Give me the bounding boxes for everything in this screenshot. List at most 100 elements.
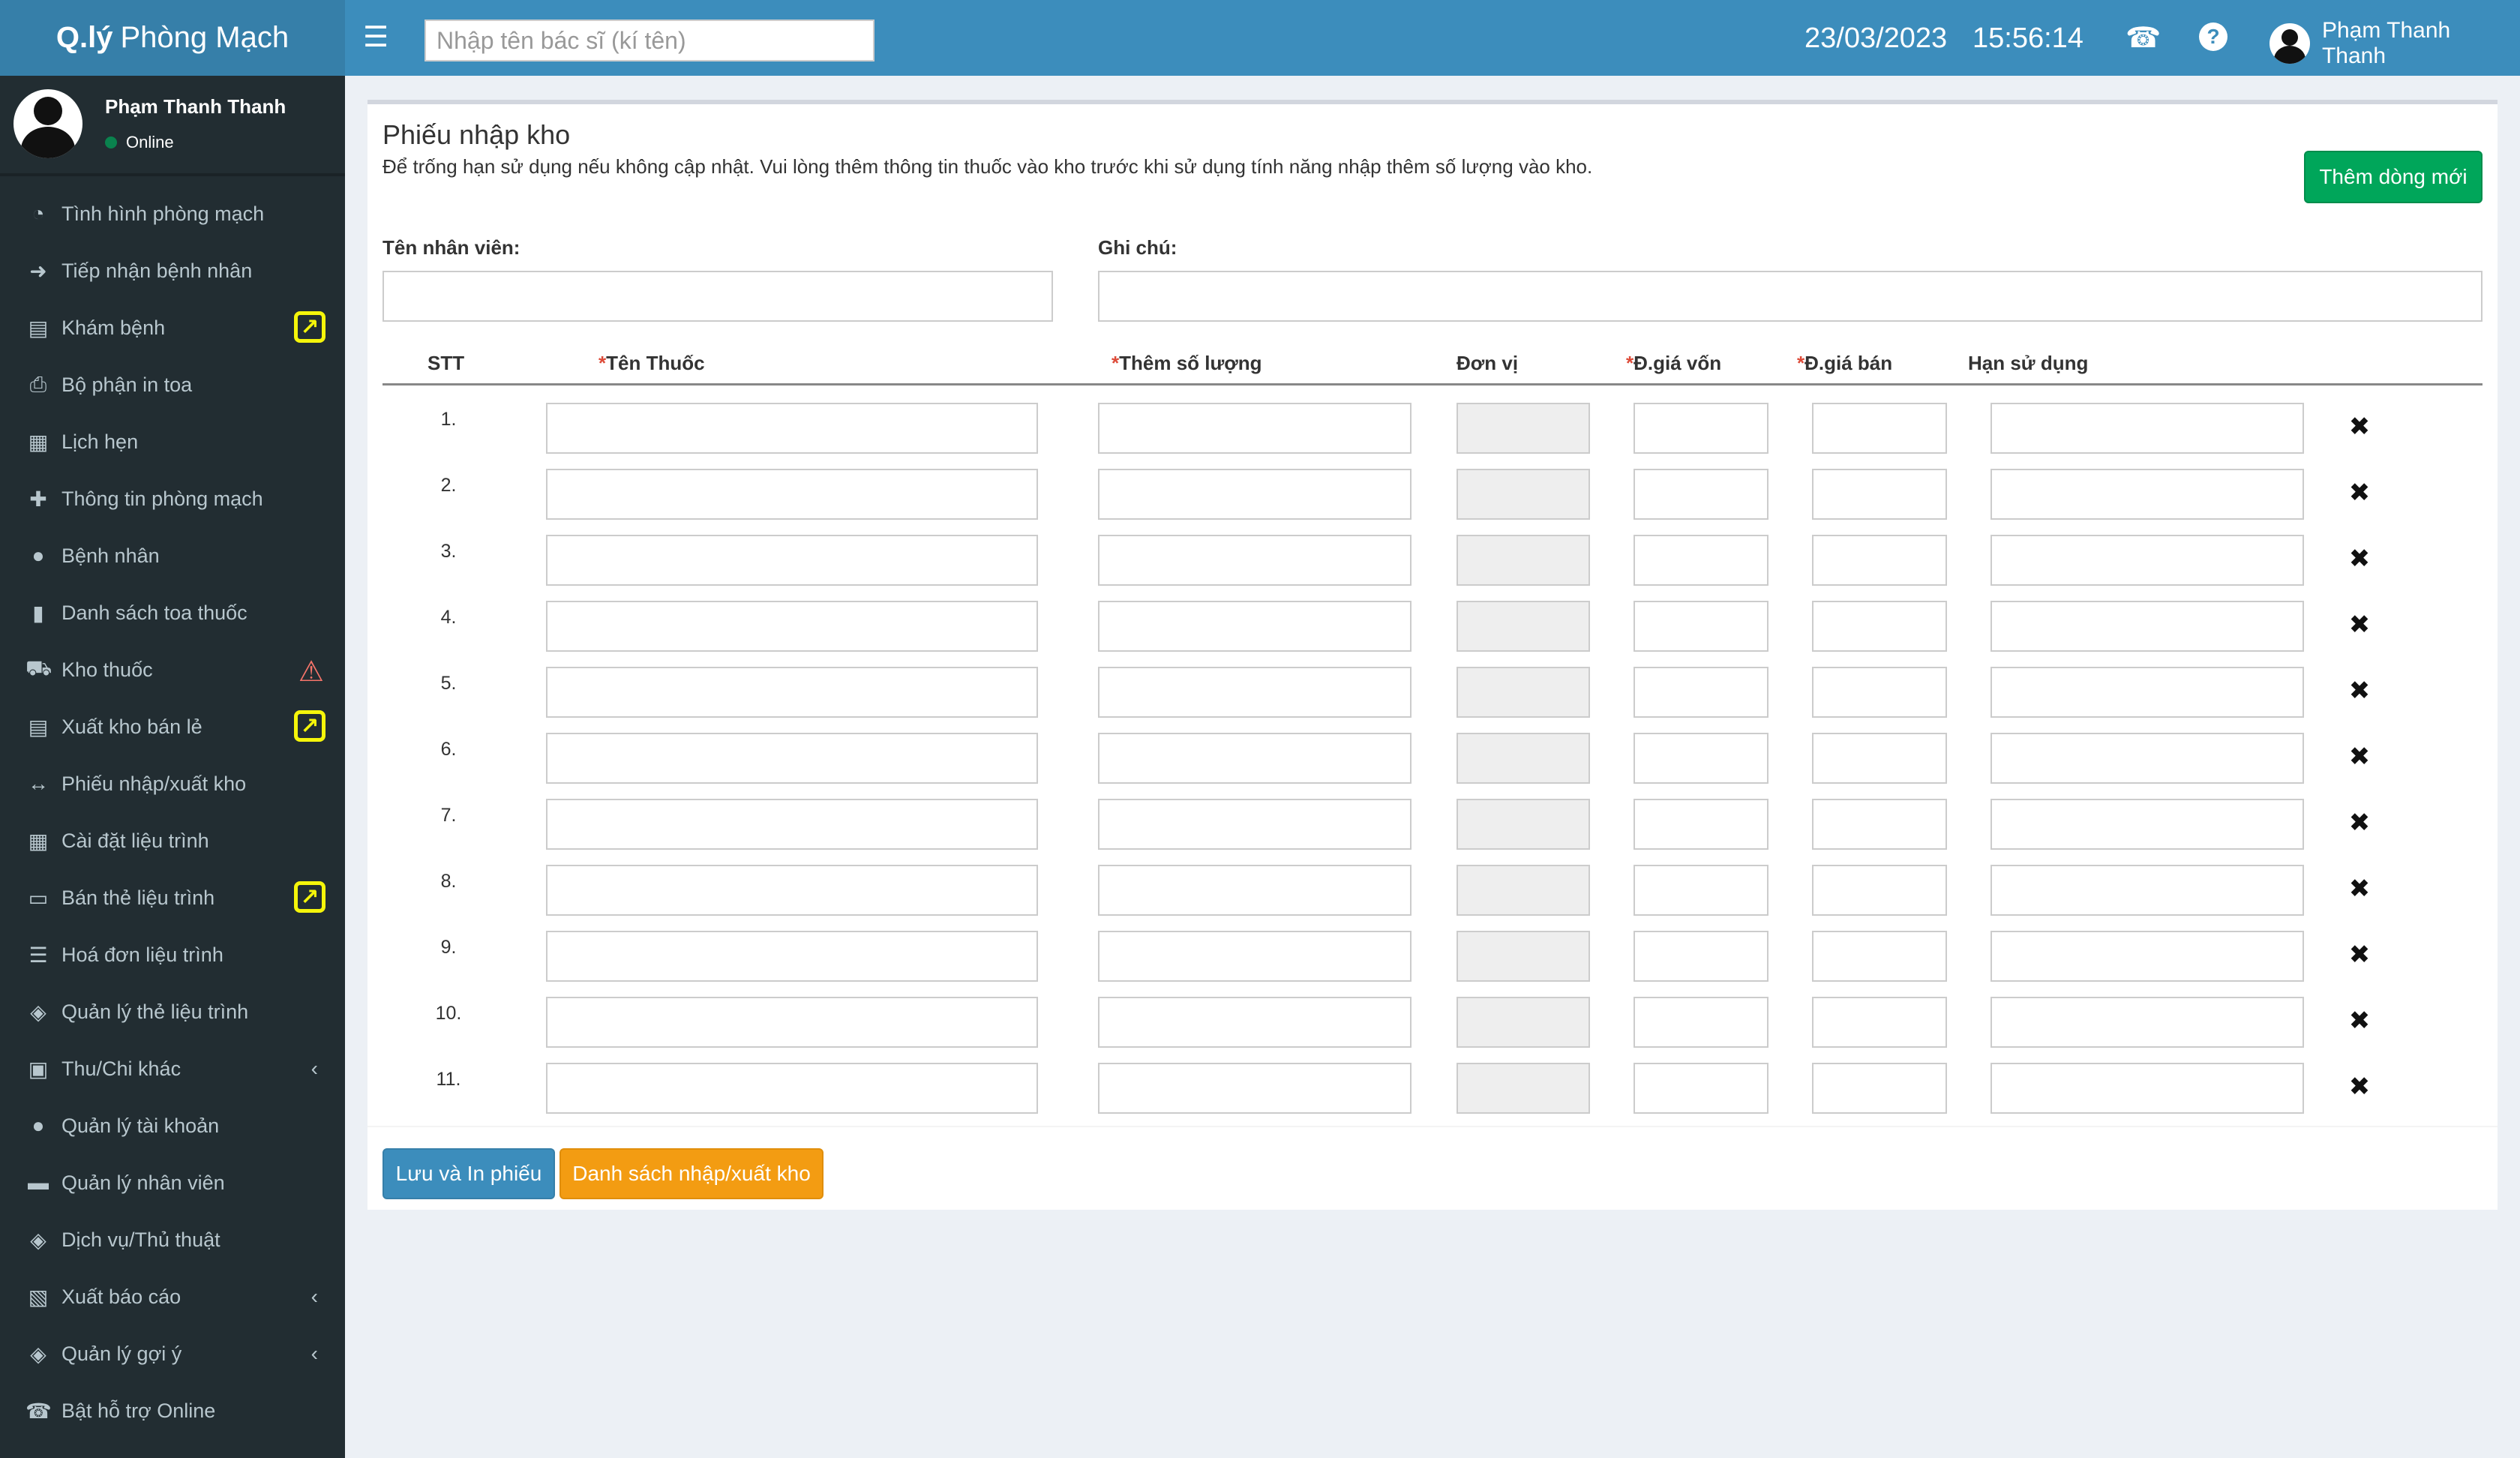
sale-price-input[interactable] (1812, 535, 1947, 586)
quantity-input[interactable] (1098, 403, 1412, 454)
sale-price-input[interactable] (1812, 931, 1947, 982)
sidebar-item-appointments[interactable]: ▦ Lịch hẹn (0, 413, 345, 470)
add-row-button[interactable]: Thêm dòng mới (2304, 151, 2482, 203)
cost-price-input[interactable] (1634, 733, 1768, 784)
sidebar-item-treatment-invoices[interactable]: ☰ Hoá đơn liệu trình (0, 926, 345, 983)
expiry-date-input[interactable] (1990, 1063, 2304, 1114)
drug-name-input[interactable] (546, 535, 1038, 586)
drug-name-input[interactable] (546, 799, 1038, 850)
app-logo[interactable]: Q.lý Phòng Mạch (0, 0, 345, 76)
stock-voucher-list-button[interactable]: Danh sách nhập/xuất kho (560, 1148, 824, 1199)
cost-price-input[interactable] (1634, 997, 1768, 1048)
sale-price-input[interactable] (1812, 799, 1947, 850)
phone-icon[interactable]: ☎ (2126, 22, 2161, 54)
cost-price-input[interactable] (1634, 601, 1768, 652)
expiry-date-input[interactable] (1990, 997, 2304, 1048)
quantity-input[interactable] (1098, 667, 1412, 718)
sidebar-item-patient-reception[interactable]: ➜ Tiếp nhận bệnh nhân (0, 242, 345, 299)
sidebar-item-patients[interactable]: ● Bệnh nhân (0, 527, 345, 584)
expiry-date-input[interactable] (1990, 601, 2304, 652)
drug-name-input[interactable] (546, 667, 1038, 718)
cost-price-input[interactable] (1634, 469, 1768, 520)
drug-name-input[interactable] (546, 469, 1038, 520)
drug-name-input[interactable] (546, 997, 1038, 1048)
quantity-input[interactable] (1098, 601, 1412, 652)
sale-price-input[interactable] (1812, 667, 1947, 718)
cost-price-input[interactable] (1634, 1063, 1768, 1114)
sale-price-input[interactable] (1812, 865, 1947, 916)
sidebar-item-other-income[interactable]: ▣ Thu/Chi khác ‹ (0, 1040, 345, 1097)
help-icon-wrap[interactable]: ? (2199, 22, 2228, 51)
cost-price-input[interactable] (1634, 667, 1768, 718)
expiry-date-input[interactable] (1990, 865, 2304, 916)
expiry-date-input[interactable] (1990, 733, 2304, 784)
delete-row-icon[interactable]: ✖ (2344, 940, 2374, 970)
cost-price-input[interactable] (1634, 931, 1768, 982)
sidebar-item-treatment-settings[interactable]: ▦ Cài đặt liệu trình (0, 812, 345, 869)
delete-row-icon[interactable]: ✖ (2344, 610, 2374, 640)
expiry-date-input[interactable] (1990, 667, 2304, 718)
cost-price-input[interactable] (1634, 799, 1768, 850)
sidebar-item-prescription-print[interactable]: ⎙ Bộ phận in toa (0, 356, 345, 413)
drug-name-input[interactable] (546, 865, 1038, 916)
quantity-input[interactable] (1098, 799, 1412, 850)
delete-row-icon[interactable]: ✖ (2344, 1072, 2374, 1102)
quantity-input[interactable] (1098, 997, 1412, 1048)
sidebar-item-drug-warehouse[interactable]: ⛟ Kho thuốc ⚠ (0, 641, 345, 698)
delete-row-icon[interactable]: ✖ (2344, 808, 2374, 838)
delete-row-icon[interactable]: ✖ (2344, 676, 2374, 706)
external-link-icon[interactable]: ↗ (294, 710, 326, 742)
quantity-input[interactable] (1098, 535, 1412, 586)
delete-row-icon[interactable]: ✖ (2344, 478, 2374, 508)
drug-name-input[interactable] (546, 733, 1038, 784)
sidebar-item-export-report[interactable]: ▧ Xuất báo cáo ‹ (0, 1268, 345, 1325)
delete-row-icon[interactable]: ✖ (2344, 1006, 2374, 1036)
cost-price-input[interactable] (1634, 403, 1768, 454)
sale-price-input[interactable] (1812, 1063, 1947, 1114)
delete-row-icon[interactable]: ✖ (2344, 874, 2374, 904)
sidebar-item-account-mgmt[interactable]: ● Quản lý tài khoản (0, 1097, 345, 1154)
quantity-input[interactable] (1098, 733, 1412, 784)
user-menu[interactable]: Phạm Thanh Thanh (2270, 18, 2520, 69)
drug-name-input[interactable] (546, 403, 1038, 454)
drug-name-input[interactable] (546, 601, 1038, 652)
note-input[interactable] (1098, 271, 2482, 322)
sale-price-input[interactable] (1812, 601, 1947, 652)
sale-price-input[interactable] (1812, 469, 1947, 520)
sidebar-item-examination[interactable]: ▤ Khám bệnh ↗ (0, 299, 345, 356)
expiry-date-input[interactable] (1990, 799, 2304, 850)
quantity-input[interactable] (1098, 1063, 1412, 1114)
sidebar-item-staff-mgmt[interactable]: ▬ Quản lý nhân viên (0, 1154, 345, 1211)
expiry-date-input[interactable] (1990, 931, 2304, 982)
cost-price-input[interactable] (1634, 535, 1768, 586)
sidebar-item-retail-export[interactable]: ▤ Xuất kho bán lẻ ↗ (0, 698, 345, 755)
sidebar-item-prescription-list[interactable]: ▮ Danh sách toa thuốc (0, 584, 345, 641)
sale-price-input[interactable] (1812, 997, 1947, 1048)
sale-price-input[interactable] (1812, 733, 1947, 784)
drug-name-input[interactable] (546, 931, 1038, 982)
sidebar-item-sell-treatment-card[interactable]: ▭ Bán thẻ liệu trình ↗ (0, 869, 345, 926)
staff-name-input[interactable] (382, 271, 1053, 322)
save-and-print-button[interactable]: Lưu và In phiếu (382, 1148, 555, 1199)
delete-row-icon[interactable]: ✖ (2344, 544, 2374, 574)
quantity-input[interactable] (1098, 865, 1412, 916)
sidebar-item-stock-voucher[interactable]: ↔ Phiếu nhập/xuất kho (0, 755, 345, 812)
sidebar-item-treatment-card-mgmt[interactable]: ◈ Quản lý thẻ liệu trình (0, 983, 345, 1040)
quantity-input[interactable] (1098, 931, 1412, 982)
sidebar-item-services[interactable]: ◈ Dịch vụ/Thủ thuật (0, 1211, 345, 1268)
quantity-input[interactable] (1098, 469, 1412, 520)
external-link-icon[interactable]: ↗ (294, 311, 326, 343)
sidebar-item-online-support[interactable]: ☎ Bật hỗ trợ Online (0, 1382, 345, 1439)
delete-row-icon[interactable]: ✖ (2344, 742, 2374, 772)
sale-price-input[interactable] (1812, 403, 1947, 454)
expiry-date-input[interactable] (1990, 403, 2304, 454)
sidebar-item-clinic-info[interactable]: ✚ Thông tin phòng mạch (0, 470, 345, 527)
doctor-search-input[interactable] (424, 20, 874, 62)
expiry-date-input[interactable] (1990, 469, 2304, 520)
delete-row-icon[interactable]: ✖ (2344, 412, 2374, 442)
drug-name-input[interactable] (546, 1063, 1038, 1114)
sidebar-item-clinic-status[interactable]: ◔ Tình hình phòng mạch (0, 185, 345, 242)
expiry-date-input[interactable] (1990, 535, 2304, 586)
sidebar-item-suggestion-mgmt[interactable]: ◈ Quản lý gợi ý ‹ (0, 1325, 345, 1382)
cost-price-input[interactable] (1634, 865, 1768, 916)
